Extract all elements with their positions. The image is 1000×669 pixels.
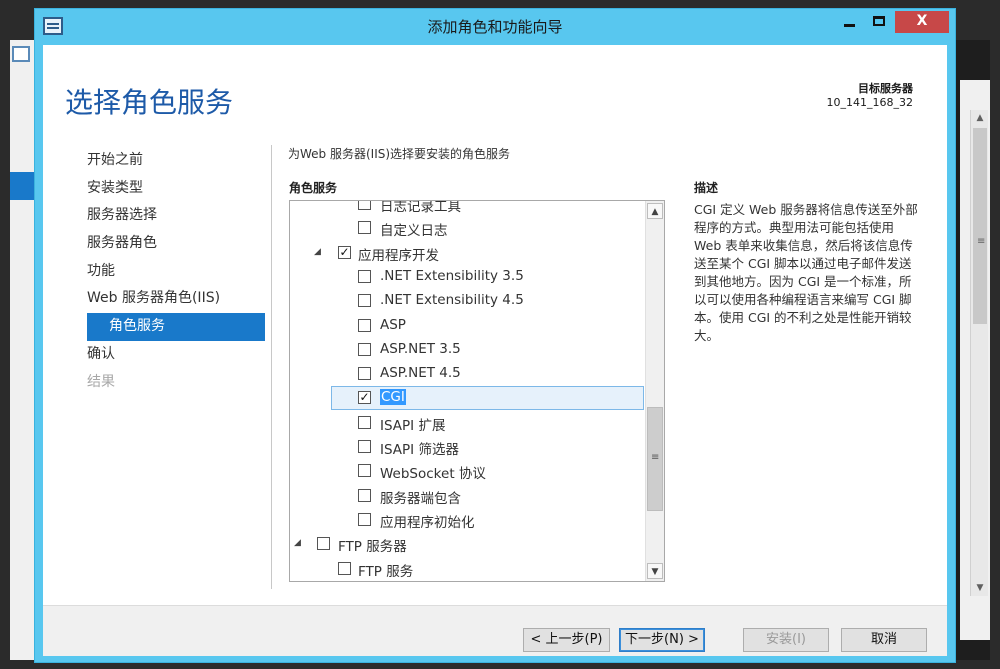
tree-item-label: ASP.NET 3.5 [380,340,461,357]
checkbox[interactable] [358,342,371,356]
tree-row[interactable]: ASP.NET 3.5 [290,338,646,362]
checkbox[interactable] [358,318,371,332]
nav-item-features[interactable]: 功能 [87,258,265,286]
role-services-heading: 角色服务 [289,181,338,195]
close-button[interactable]: X [895,11,949,33]
maximize-icon [873,16,885,26]
tree-item-label: 应用程序开发 [358,247,439,264]
background-scroll-down-icon[interactable]: ▼ [971,580,989,596]
nav-divider [271,145,272,589]
checkbox[interactable] [358,440,371,453]
checkbox[interactable] [358,221,371,235]
title-bar[interactable]: 添加角色和功能向导 X [35,9,955,45]
checkbox[interactable] [358,512,371,526]
target-server-label: 目标服务器 [858,82,913,95]
wizard-content: 选择角色服务 目标服务器 10_141_168_32 开始之前 安装类型 服务器… [43,45,947,656]
scroll-up-icon[interactable]: ▲ [647,203,663,219]
tree-item-label: 自定义日志 [380,223,448,240]
checkbox[interactable]: ✓ [338,245,351,259]
instruction-text: 为Web 服务器(IIS)选择要安装的角色服务 [288,147,511,161]
tree-item-label: 日志记录工具 [380,201,461,215]
selection-highlight [331,386,644,411]
wizard-dialog: 添加角色和功能向导 X 选择角色服务 目标服务器 10_141_168_32 开… [34,8,956,663]
grip-icon: ≡ [651,452,660,463]
checkbox[interactable] [338,561,351,575]
background-scrollbar[interactable]: ▲ ≡ ▼ [970,110,988,596]
scroll-down-icon[interactable]: ▼ [647,563,663,579]
nav-item-server-roles[interactable]: 服务器角色 [87,230,265,258]
background-app-icon [12,46,30,62]
tree-item-label: 应用程序初始化 [380,514,475,531]
tree-row[interactable]: ASP [290,314,646,338]
checkbox[interactable] [358,464,371,478]
tree-row[interactable]: ◢ ✓ 应用程序开发 [290,241,646,265]
tree-row[interactable]: 服务器端包含 [290,484,646,508]
tree-row[interactable]: ◢ FTP 服务器 [290,532,646,556]
tree-item-label: CGI [380,389,406,406]
checkbox[interactable] [358,269,371,283]
grip-icon: ≡ [977,236,986,247]
tree-item-label: WebSocket 协议 [380,466,486,483]
description-heading: 描述 [694,181,719,195]
page-title: 选择角色服务 [65,86,234,119]
target-server-value: 10_141_168_32 [826,96,914,109]
tree-item-label: ISAPI 扩展 [380,417,446,434]
previous-button[interactable]: < 上一步(P) [523,628,610,652]
maximize-button[interactable] [865,11,893,33]
checkbox[interactable] [358,488,371,502]
nav-item-before-you-begin[interactable]: 开始之前 [87,147,265,175]
next-button[interactable]: 下一步(N) > [619,628,705,652]
checkbox[interactable] [358,367,371,381]
tree-row[interactable]: ASP.NET 4.5 [290,362,646,386]
expander-icon[interactable]: ◢ [314,247,324,257]
role-services-tree[interactable]: 日志记录工具 自定义日志 ◢ ✓ 应用程序开发 .NET Extensibility 3.… [289,200,665,582]
tree-item-label: FTP 服务器 [338,539,407,556]
install-button: 安装(I) [743,628,829,652]
checkbox[interactable] [358,201,371,210]
button-bar: < 上一步(P) 下一步(N) > 安装(I) 取消 [43,605,947,656]
checkbox[interactable] [358,294,371,308]
tree-item-label: ISAPI 筛选器 [380,442,459,458]
background-left-strip [10,40,34,660]
tree-row[interactable]: 日志记录工具 [290,201,646,216]
minimize-icon [843,24,855,27]
tree-row[interactable]: .NET Extensibility 4.5 [290,289,646,313]
tree-item-label: ASP.NET 4.5 [380,365,461,382]
nav-item-role-services[interactable]: 角色服务 [87,313,265,341]
cancel-button[interactable]: 取消 [841,628,927,652]
window-title: 添加角色和功能向导 [427,18,563,36]
tree-item-label: .NET Extensibility 4.5 [380,292,524,309]
tree-row[interactable]: ✓ CGI [290,386,646,411]
tree-items: 日志记录工具 自定义日志 ◢ ✓ 应用程序开发 .NET Extensibility 3.… [290,201,646,581]
checkbox[interactable] [317,537,330,551]
background-scroll-up-icon[interactable]: ▲ [971,110,989,126]
tree-row[interactable]: .NET Extensibility 3.5 [290,265,646,289]
nav-item-server-selection[interactable]: 服务器选择 [87,202,265,230]
background-scroll-thumb[interactable]: ≡ [973,128,987,324]
tree-item-label: .NET Extensibility 3.5 [380,267,524,284]
tree-item-label: 服务器端包含 [380,490,461,507]
tree-row[interactable]: 应用程序初始化 [290,508,646,532]
description-text: CGI 定义 Web 服务器将信息传送至外部程序的方式。典型用法可能包括使用 W… [694,202,918,343]
tree-row[interactable]: ISAPI 筛选器 [290,435,646,459]
nav-item-results: 结果 [87,373,115,390]
checkbox[interactable] [358,415,371,429]
tree-row[interactable]: ISAPI 扩展 [290,411,646,435]
minimize-button[interactable] [835,11,863,33]
checkbox[interactable]: ✓ [358,391,371,405]
nav-item-installation-type[interactable]: 安装类型 [87,175,265,203]
expander-icon[interactable]: ◢ [294,538,304,548]
nav-item-confirmation[interactable]: 确认 [87,341,265,369]
tree-item-label: FTP 服务 [358,563,414,580]
tree-row[interactable]: FTP 服务 [290,557,646,581]
nav-item-web-server-role[interactable]: Web 服务器角色(IIS) [87,285,265,313]
tree-row[interactable]: 自定义日志 [290,216,646,240]
background-selected-item [10,172,34,200]
tree-item-label: ASP [380,316,406,333]
tree-scrollbar[interactable]: ▲ ≡ ▼ [645,201,664,581]
scroll-thumb[interactable]: ≡ [647,407,663,511]
wizard-nav: 开始之前 安装类型 服务器选择 服务器角色 功能 Web 服务器角色(IIS) … [87,147,265,396]
tree-row[interactable]: WebSocket 协议 [290,459,646,483]
